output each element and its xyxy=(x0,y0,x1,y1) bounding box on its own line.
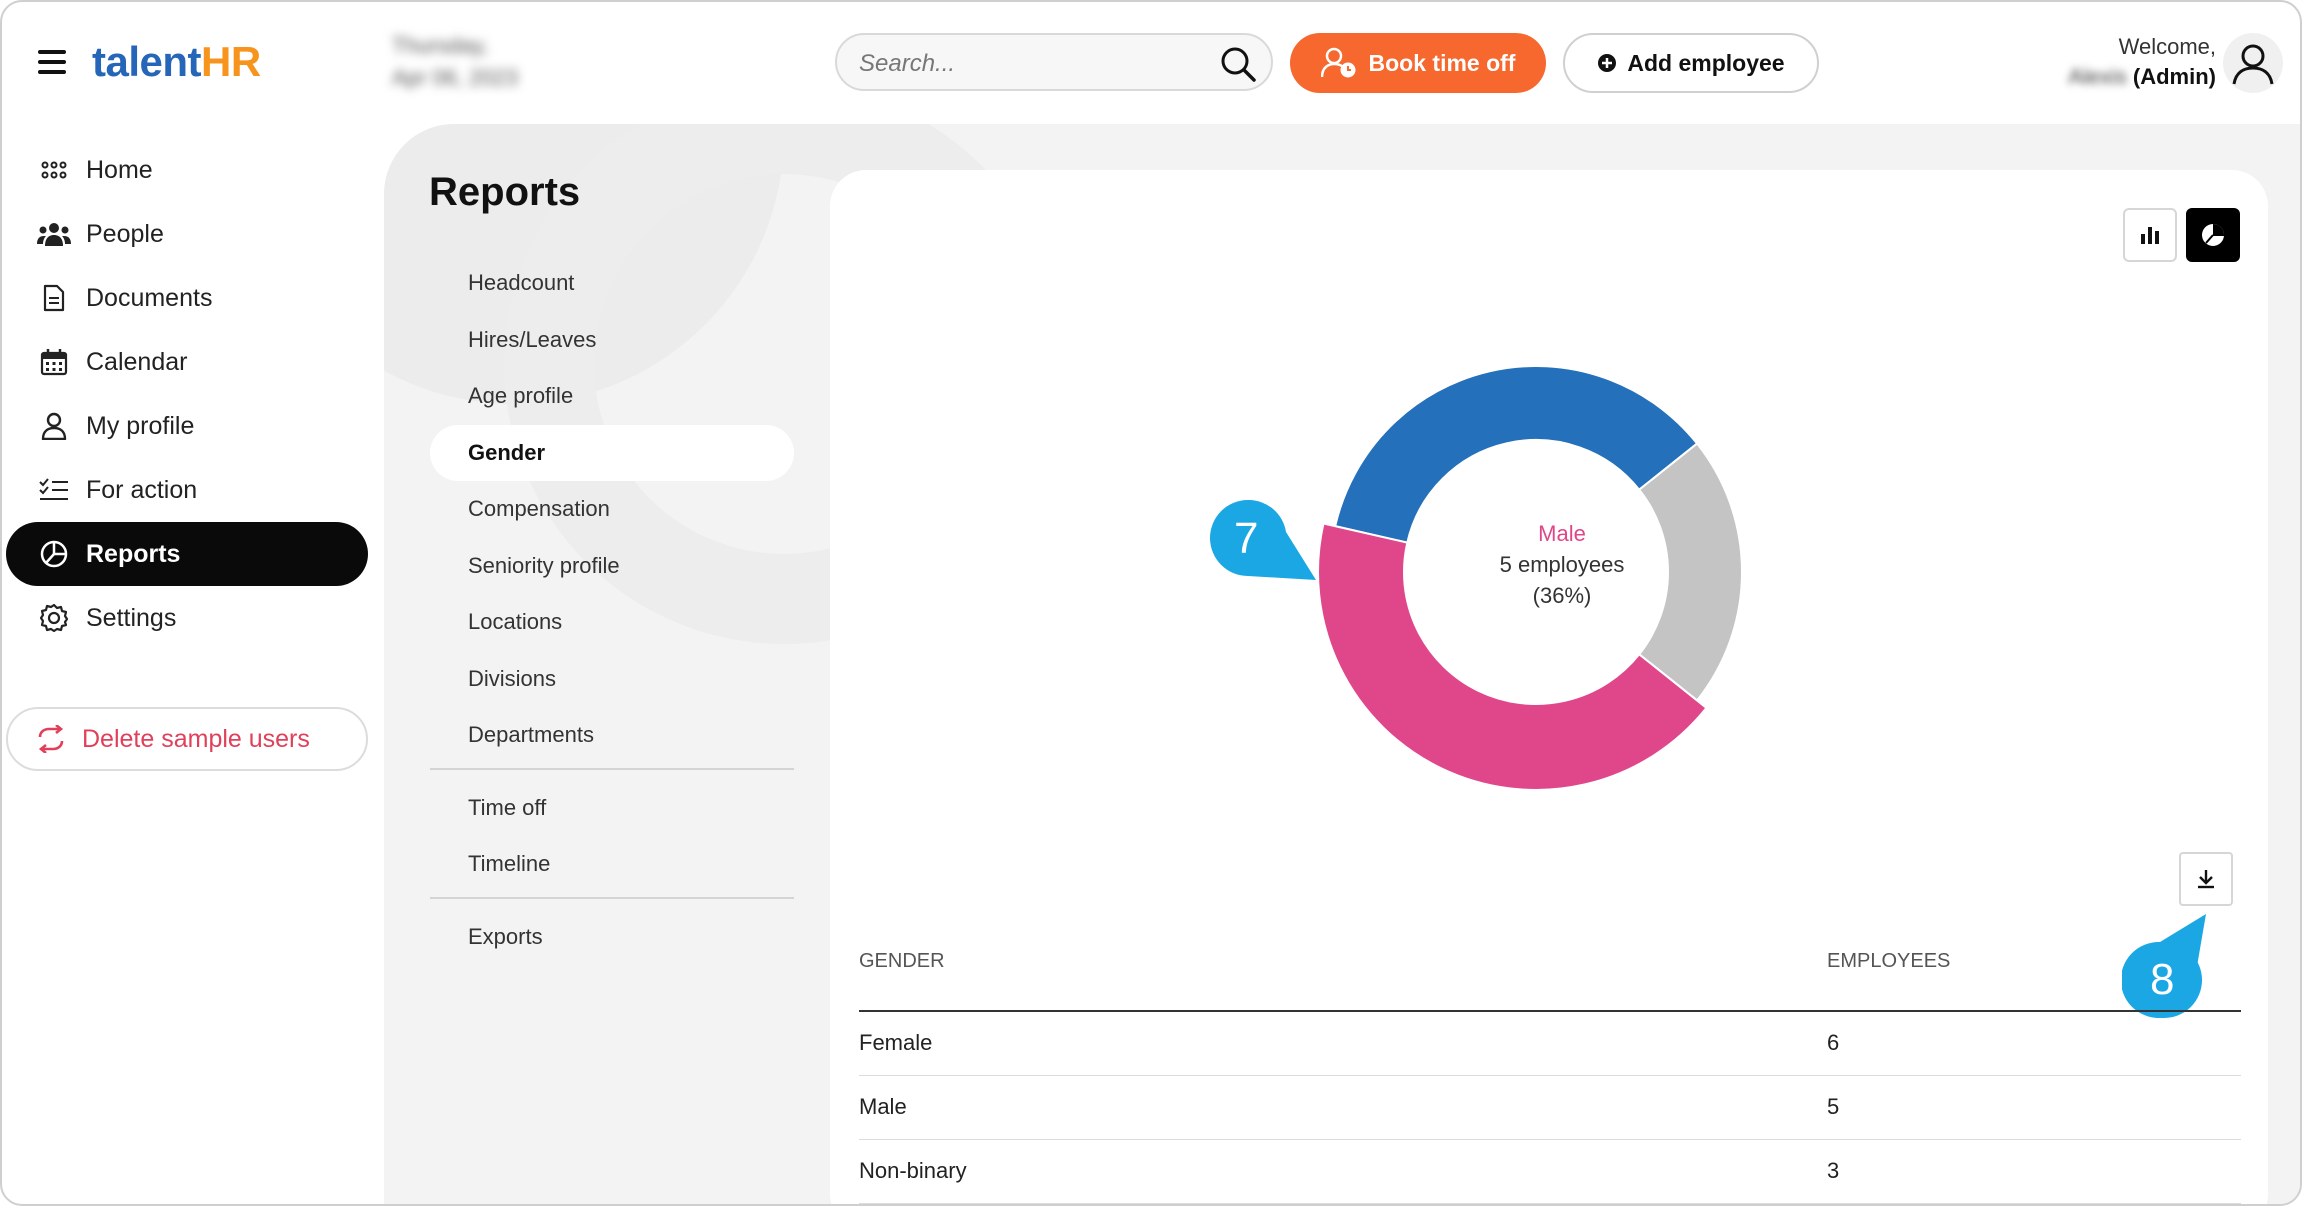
document-icon xyxy=(36,280,72,316)
report-item-departments[interactable]: Departments xyxy=(430,707,794,764)
sidebar-nav: Home People Documents Calendar My profil… xyxy=(2,138,372,650)
grid-icon xyxy=(36,152,72,188)
sidebar-item-my-profile[interactable]: My profile xyxy=(6,394,368,458)
donut-center-label: Male 5 employees (36%) xyxy=(1412,518,1712,611)
report-item-divisions[interactable]: Divisions xyxy=(430,651,794,708)
sidebar-item-label: Settings xyxy=(86,603,177,632)
user-icon xyxy=(36,408,72,444)
callout-7: 7 xyxy=(1210,499,1320,584)
report-item-exports[interactable]: Exports xyxy=(430,909,794,966)
report-item-timeline[interactable]: Timeline xyxy=(430,836,794,893)
page-title: Reports xyxy=(429,170,581,214)
delete-sample-users-button[interactable]: Delete sample users xyxy=(6,707,368,771)
cell-employees: 6 xyxy=(1827,1030,1840,1055)
logo-text-hr: HR xyxy=(201,38,261,85)
sidebar-item-calendar[interactable]: Calendar xyxy=(6,330,368,394)
table-row: Female 6 xyxy=(859,1012,2241,1076)
cell-employees: 5 xyxy=(1827,1094,1840,1119)
callout-shape xyxy=(1210,499,1316,580)
download-icon xyxy=(2198,870,2214,889)
report-item-hires-leaves[interactable]: Hires/Leaves xyxy=(430,312,794,369)
sidebar-item-label: Reports xyxy=(86,539,181,568)
user-name: Alexis xyxy=(2068,64,2127,89)
sidebar-item-settings[interactable]: Settings xyxy=(6,586,368,650)
sidebar-item-documents[interactable]: Documents xyxy=(6,266,368,330)
avatar-icon[interactable] xyxy=(2222,32,2284,94)
sidebar-item-reports[interactable]: Reports xyxy=(6,522,368,586)
sidebar-item-people[interactable]: People xyxy=(6,202,368,266)
column-header-gender[interactable]: GENDER xyxy=(859,950,945,973)
divider xyxy=(430,896,794,899)
cell-gender: Female xyxy=(859,1030,933,1055)
add-employee-label: Add employee xyxy=(1627,49,1785,76)
user-clock-icon xyxy=(1320,47,1356,78)
sidebar-item-label: Home xyxy=(86,155,153,184)
current-date: Thursday, Apr 06, 2023 xyxy=(392,30,518,94)
report-item-gender[interactable]: Gender xyxy=(430,424,794,481)
sidebar-item-label: My profile xyxy=(86,411,195,440)
delete-sample-users-label: Delete sample users xyxy=(82,724,310,753)
plus-circle-icon xyxy=(1598,54,1617,72)
gear-icon xyxy=(36,600,72,636)
people-icon xyxy=(36,216,72,252)
user-role: (Admin) xyxy=(2132,64,2216,89)
search-icon[interactable] xyxy=(1219,45,1257,83)
table-row: Male 5 xyxy=(859,1076,2241,1140)
reports-submenu: Headcount Hires/Leaves Age profile Gende… xyxy=(430,255,794,965)
date-full: Apr 06, 2023 xyxy=(392,65,518,90)
column-header-employees[interactable]: EMPLOYEES xyxy=(1827,950,1950,973)
sidebar-item-label: Calendar xyxy=(86,347,188,376)
center-percent: (36%) xyxy=(1532,583,1592,608)
search-input[interactable] xyxy=(857,45,1221,83)
report-item-compensation[interactable]: Compensation xyxy=(430,481,794,538)
date-weekday: Thursday, xyxy=(392,33,489,58)
cell-gender: Non-binary xyxy=(859,1158,967,1183)
table-header: GENDER EMPLOYEES xyxy=(859,942,2241,1012)
sidebar-item-home[interactable]: Home xyxy=(6,138,368,202)
book-time-off-button[interactable]: Book time off xyxy=(1290,33,1546,93)
report-item-headcount[interactable]: Headcount xyxy=(430,255,794,312)
book-time-off-label: Book time off xyxy=(1368,49,1516,76)
donut-slice-male[interactable] xyxy=(1333,365,1699,544)
add-employee-button[interactable]: Add employee xyxy=(1563,33,1819,93)
gender-table: GENDER EMPLOYEES Female 6 Male 5 Non-bin… xyxy=(859,942,2241,1204)
center-category: Male xyxy=(1538,521,1586,546)
report-item-seniority-profile[interactable]: Seniority profile xyxy=(430,538,794,595)
bar-chart-icon xyxy=(2141,227,2159,244)
pie-chart-toggle[interactable] xyxy=(2186,208,2240,262)
app-logo[interactable]: talentHR xyxy=(92,38,261,86)
checklist-icon xyxy=(36,472,72,508)
calendar-icon xyxy=(36,344,72,380)
logo-text-talent: talent xyxy=(92,38,202,85)
report-item-age-profile[interactable]: Age profile xyxy=(430,368,794,425)
app-window: talentHR Thursday, Apr 06, 2023 Book tim… xyxy=(0,0,2302,1206)
sidebar-item-label: For action xyxy=(86,475,198,504)
bar-chart-toggle[interactable] xyxy=(2123,208,2177,262)
divider xyxy=(430,767,794,770)
sidebar-item-label: Documents xyxy=(86,283,213,312)
sidebar-item-label: People xyxy=(86,219,164,248)
welcome-text: Welcome, xyxy=(2118,34,2216,59)
pie-chart-icon xyxy=(2202,224,2224,246)
menu-icon[interactable] xyxy=(38,50,68,74)
report-item-locations[interactable]: Locations xyxy=(430,594,794,651)
cell-employees: 3 xyxy=(1827,1158,1840,1183)
pie-chart-icon xyxy=(36,536,72,572)
report-item-time-off[interactable]: Time off xyxy=(430,780,794,837)
table-row: Non-binary 3 xyxy=(859,1140,2241,1204)
sidebar-item-for-action[interactable]: For action xyxy=(6,458,368,522)
cell-gender: Male xyxy=(859,1094,907,1119)
download-button[interactable] xyxy=(2179,852,2233,906)
search-box xyxy=(835,33,1273,91)
refresh-icon xyxy=(36,725,66,753)
center-count: 5 employees xyxy=(1499,552,1625,577)
welcome-block: Welcome, Alexis (Admin) xyxy=(2068,32,2216,92)
callout-number: 7 xyxy=(1234,514,1259,563)
